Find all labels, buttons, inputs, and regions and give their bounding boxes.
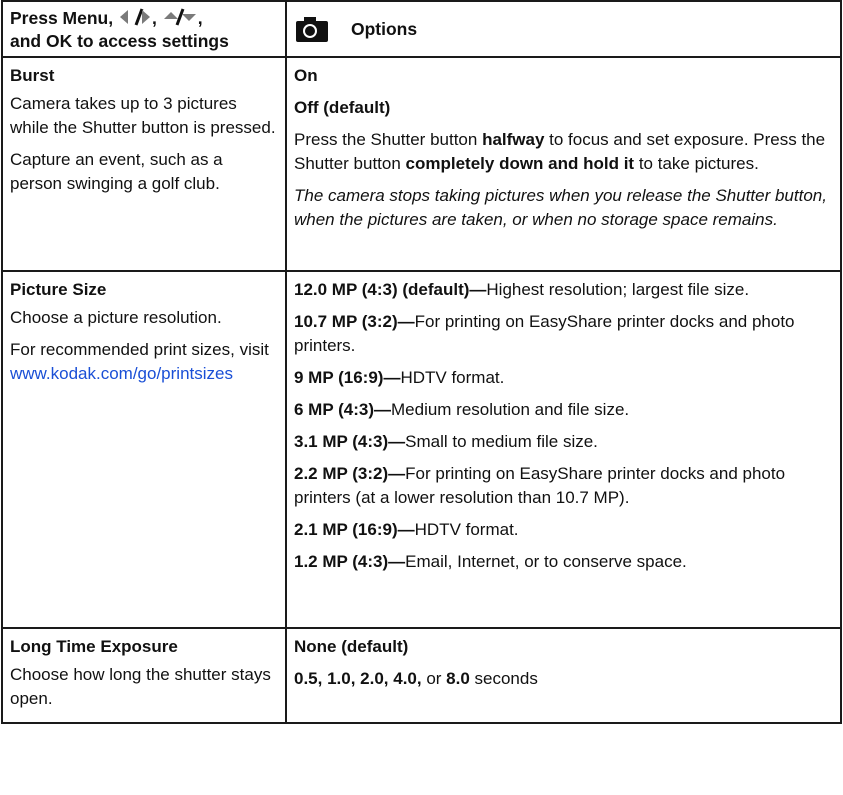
burst-instr-d: completely down and hold it [405, 154, 635, 173]
printsizes-link[interactable]: www.kodak.com/go/printsizes [10, 362, 279, 386]
header-options: Options [285, 0, 842, 58]
option-label: 1.2 MP (4:3)— [294, 552, 406, 571]
option-text: Email, Internet, or to conserve space. [405, 552, 687, 571]
burst-instr-b: halfway [482, 130, 545, 149]
header-row: Press Menu, , , and OK to access setting… [1, 0, 842, 58]
option-label: 10.7 MP (3:2)— [294, 312, 415, 331]
long-time-val1: 0.5, 1.0, 2.0, 4.0, [294, 669, 422, 688]
picture-size-desc2: For recommended print sizes, visit [10, 340, 269, 359]
long-time-setting-cell: Long Time Exposure Choose how long the s… [1, 627, 287, 724]
picture-size-options-cell: 12.0 MP (4:3) (default)—Highest resoluti… [285, 270, 842, 629]
burst-options-cell: On Off (default) Press the Shutter butto… [285, 56, 842, 272]
burst-note: The camera stops taking pictures when yo… [294, 186, 827, 229]
long-time-row: Long Time Exposure Choose how long the s… [1, 627, 842, 724]
picture-size-option: 2.2 MP (3:2)—For printing on EasyShare p… [294, 462, 834, 510]
header-left-line1: Press Menu, [10, 8, 114, 29]
burst-desc2: Capture an event, such as a person swing… [10, 150, 223, 193]
burst-instr-e: to take pictures. [634, 154, 759, 173]
burst-instr-a: Press the Shutter button [294, 130, 483, 149]
long-time-values: 0.5, 1.0, 2.0, 4.0, or 8.0 seconds [294, 667, 834, 691]
picture-size-option: 9 MP (16:9)—HDTV format. [294, 366, 834, 390]
settings-table: Press Menu, , , and OK to access setting… [1, 0, 842, 724]
option-label: 12.0 MP (4:3) (default)— [294, 280, 487, 299]
picture-size-option: 1.2 MP (4:3)—Email, Internet, or to cons… [294, 550, 834, 574]
picture-size-option: 2.1 MP (16:9)—HDTV format. [294, 518, 834, 542]
option-label: 2.2 MP (3:2)— [294, 464, 406, 483]
long-time-seconds: seconds [469, 669, 538, 688]
picture-size-option: 6 MP (4:3)—Medium resolution and file si… [294, 398, 834, 422]
header-left-line2: and OK to access settings [10, 31, 229, 51]
long-time-or: or [421, 669, 447, 688]
option-text: Medium resolution and file size. [391, 400, 630, 419]
burst-setting-cell: Burst Camera takes up to 3 pictures whil… [1, 56, 287, 272]
option-text: Highest resolution; largest file size. [486, 280, 750, 299]
camera-icon [295, 16, 329, 43]
long-time-val2: 8.0 [446, 669, 470, 688]
picture-size-name: Picture Size [10, 280, 107, 299]
burst-name: Burst [10, 66, 55, 85]
options-title: Options [351, 18, 418, 39]
option-text: HDTV format. [414, 520, 519, 539]
long-time-opt-none: None (default) [294, 637, 409, 656]
burst-instructions: Press the Shutter button halfway to focu… [294, 128, 834, 176]
option-label: 3.1 MP (4:3)— [294, 432, 406, 451]
option-label: 9 MP (16:9)— [294, 368, 401, 387]
picture-size-row: Picture Size Choose a picture resolution… [1, 270, 842, 629]
header-instructions: Press Menu, , , and OK to access setting… [1, 0, 287, 58]
long-time-desc: Choose how long the shutter stays open. [10, 665, 271, 708]
option-label: 6 MP (4:3)— [294, 400, 391, 419]
burst-opt-off: Off (default) [294, 98, 391, 117]
burst-opt-on: On [294, 66, 318, 85]
picture-size-desc1: Choose a picture resolution. [10, 308, 222, 327]
long-time-name: Long Time Exposure [10, 637, 178, 656]
option-text: Small to medium file size. [405, 432, 598, 451]
option-text: HDTV format. [400, 368, 505, 387]
burst-row: Burst Camera takes up to 3 pictures whil… [1, 56, 842, 272]
picture-size-option: 3.1 MP (4:3)—Small to medium file size. [294, 430, 834, 454]
option-label: 2.1 MP (16:9)— [294, 520, 415, 539]
up-down-arrows-icon [162, 8, 198, 31]
long-time-options-cell: None (default) 0.5, 1.0, 2.0, 4.0, or 8.… [285, 627, 842, 724]
burst-desc1: Camera takes up to 3 pictures while the … [10, 94, 276, 137]
left-right-arrows-icon [118, 8, 152, 31]
picture-size-setting-cell: Picture Size Choose a picture resolution… [1, 270, 287, 629]
picture-size-option: 10.7 MP (3:2)—For printing on EasyShare … [294, 310, 834, 358]
picture-size-option: 12.0 MP (4:3) (default)—Highest resoluti… [294, 278, 834, 302]
